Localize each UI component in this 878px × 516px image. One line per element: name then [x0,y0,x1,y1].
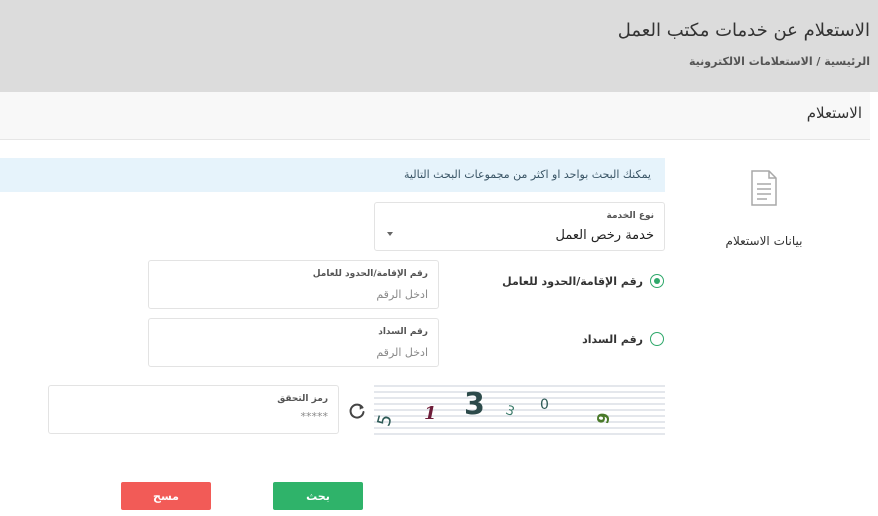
iqama-field[interactable]: رقم الإقامة/الحدود للعامل [148,260,439,309]
page-header: الاستعلام عن خدمات مكتب العمل الرئيسية /… [0,0,878,92]
captcha-glyph: 3 [464,387,485,422]
service-type-label: نوع الخدمة [606,211,654,221]
radio-iqama[interactable] [650,274,664,288]
captcha-image: 5 1 3 3 0 9 [374,383,665,435]
info-text: يمكنك البحث بواحد او اكثر من مجموعات الب… [404,168,651,181]
section-bar: الاستعلام [0,92,870,140]
payment-field[interactable]: رقم السداد [148,318,439,367]
clear-button[interactable]: مسح [121,482,211,510]
option-payment[interactable]: رقم السداد [582,332,664,346]
option-iqama-label: رقم الإقامة/الحدود للعامل [502,274,643,288]
search-button[interactable]: بحث [273,482,363,510]
captcha-glyph: 1 [424,403,437,424]
inquiry-data-label: بيانات الاستعلام [725,234,803,248]
breadcrumb[interactable]: الرئيسية / الاستعلامات الالكترونية [689,55,870,68]
section-title: الاستعلام [806,104,862,122]
document-icon [751,170,777,206]
payment-input[interactable] [168,346,428,359]
service-type-select[interactable]: نوع الخدمة خدمة رخص العمل [374,202,665,251]
refresh-icon[interactable] [347,401,367,421]
info-box: يمكنك البحث بواحد او اكثر من مجموعات الب… [0,158,665,192]
verification-input[interactable] [68,410,328,423]
verification-field[interactable]: رمز التحقق [48,385,339,434]
option-iqama[interactable]: رقم الإقامة/الحدود للعامل [502,274,664,288]
radio-payment[interactable] [650,332,664,346]
verification-field-label: رمز التحقق [277,394,328,404]
option-payment-label: رقم السداد [582,332,643,346]
iqama-input[interactable] [168,288,428,301]
service-type-value: خدمة رخص العمل [555,228,654,243]
chevron-down-icon [387,232,393,236]
inquiry-data-card[interactable]: بيانات الاستعلام [680,150,848,270]
captcha-glyph: 0 [540,397,549,413]
payment-field-label: رقم السداد [378,327,428,337]
iqama-field-label: رقم الإقامة/الحدود للعامل [312,269,428,279]
page-title: الاستعلام عن خدمات مكتب العمل [617,20,870,41]
